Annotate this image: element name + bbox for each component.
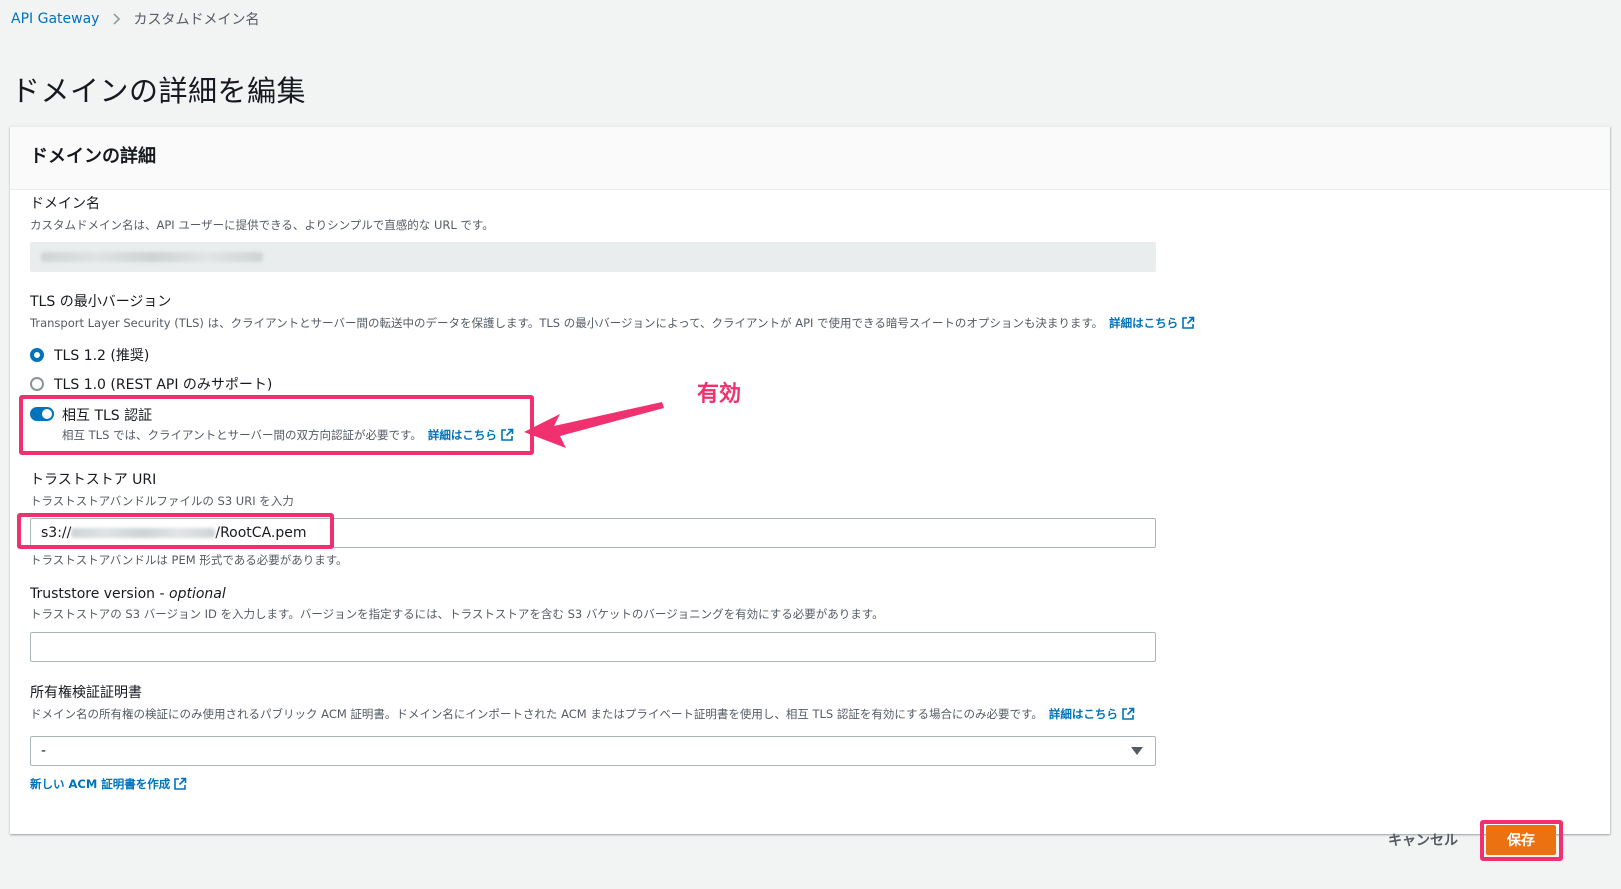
- breadcrumb-api-gateway-link[interactable]: API Gateway: [11, 11, 99, 27]
- truststore-version-field: Truststore version - optional トラストストアの S…: [30, 586, 1156, 662]
- mutual-tls-highlight-box: [19, 395, 534, 455]
- external-link-icon: [1181, 316, 1195, 330]
- ownership-cert-field: 所有権検証証明書 ドメイン名の所有権の検証にのみ使用されるパブリック ACM 証…: [30, 682, 1156, 792]
- tls-option-1-0-label: TLS 1.0 (REST API のみサポート): [54, 377, 273, 393]
- chevron-right-icon: [113, 13, 121, 25]
- truststore-uri-description: トラストストアバンドルファイルの S3 URI を入力: [30, 494, 294, 508]
- redacted-domain: [41, 252, 263, 262]
- ownership-cert-label: 所有権検証証明書: [30, 685, 142, 701]
- create-acm-cert-link[interactable]: 新しい ACM 証明書を作成: [30, 776, 187, 792]
- tls-version-label: TLS の最小バージョン: [30, 294, 172, 310]
- radio-selected-icon[interactable]: [30, 348, 44, 362]
- external-link-icon: [173, 777, 187, 791]
- tls-learn-more-link[interactable]: 詳細はこちら: [1109, 315, 1195, 331]
- ownership-cert-learn-more-link[interactable]: 詳細はこちら: [1049, 706, 1135, 722]
- tls-option-1-0[interactable]: TLS 1.0 (REST API のみサポート): [30, 374, 1195, 394]
- cancel-button[interactable]: キャンセル: [1388, 830, 1458, 850]
- domain-name-input: [30, 242, 1156, 272]
- create-acm-cert-label: 新しい ACM 証明書を作成: [30, 777, 171, 791]
- tls-learn-more-label: 詳細はこちら: [1109, 316, 1179, 330]
- tls-description-text: Transport Layer Security (TLS) は、クライアントと…: [30, 316, 1104, 330]
- truststore-version-description: トラストストアの S3 バージョン ID を入力します。バージョンを指定するには…: [30, 607, 884, 621]
- ownership-cert-selected: -: [41, 743, 47, 759]
- breadcrumb-current: カスタムドメイン名: [133, 12, 260, 28]
- ownership-cert-select[interactable]: -: [30, 736, 1156, 766]
- annotation-arrow-icon: [524, 402, 664, 448]
- tls-version-description: Transport Layer Security (TLS) は、クライアントと…: [30, 315, 1195, 331]
- truststore-version-label: Truststore version - optional: [30, 586, 1156, 602]
- panel-header: ドメインの詳細: [10, 127, 1610, 190]
- domain-name-description: カスタムドメイン名は、API ユーザーに提供できる、よりシンプルで直感的な UR…: [30, 218, 494, 232]
- ownership-cert-description: ドメイン名の所有権の検証にのみ使用されるパブリック ACM 証明書。ドメイン名に…: [30, 706, 1156, 722]
- truststore-uri-label: トラストストア URI: [30, 472, 157, 488]
- domain-details-panel: ドメインの詳細 ドメイン名 カスタムドメイン名は、API ユーザーに提供できる、…: [10, 126, 1610, 834]
- truststore-version-input[interactable]: [30, 632, 1156, 662]
- caret-down-icon: [1131, 747, 1143, 755]
- page-title: ドメインの詳細を編集: [11, 74, 307, 108]
- domain-name-field: ドメイン名 カスタムドメイン名は、API ユーザーに提供できる、よりシンプルで直…: [30, 193, 1156, 272]
- optional-tag: optional: [169, 586, 226, 602]
- save-button[interactable]: 保存: [1486, 825, 1556, 855]
- radio-unselected-icon[interactable]: [30, 377, 44, 391]
- truststore-highlight-box: [17, 513, 334, 549]
- tls-version-field: TLS の最小バージョン Transport Layer Security (T…: [30, 291, 1195, 394]
- panel-title: ドメインの詳細: [30, 146, 156, 167]
- enabled-annotation: 有効: [697, 382, 742, 407]
- truststore-uri-hint: トラストストアバンドルは PEM 形式である必要があります。: [30, 553, 348, 567]
- ownership-cert-description-text: ドメイン名の所有権の検証にのみ使用されるパブリック ACM 証明書。ドメイン名に…: [30, 707, 1043, 721]
- ownership-cert-learn-more-label: 詳細はこちら: [1048, 707, 1118, 721]
- tls-option-1-2[interactable]: TLS 1.2 (推奨): [30, 345, 1195, 365]
- breadcrumb: API Gateway カスタムドメイン名: [11, 9, 259, 29]
- truststore-version-label-text: Truststore version -: [30, 586, 169, 602]
- tls-option-1-2-label: TLS 1.2 (推奨): [54, 348, 150, 364]
- create-acm-cert-row: 新しい ACM 証明書を作成: [30, 776, 1156, 792]
- domain-name-label: ドメイン名: [30, 196, 100, 212]
- external-link-icon: [1121, 707, 1135, 721]
